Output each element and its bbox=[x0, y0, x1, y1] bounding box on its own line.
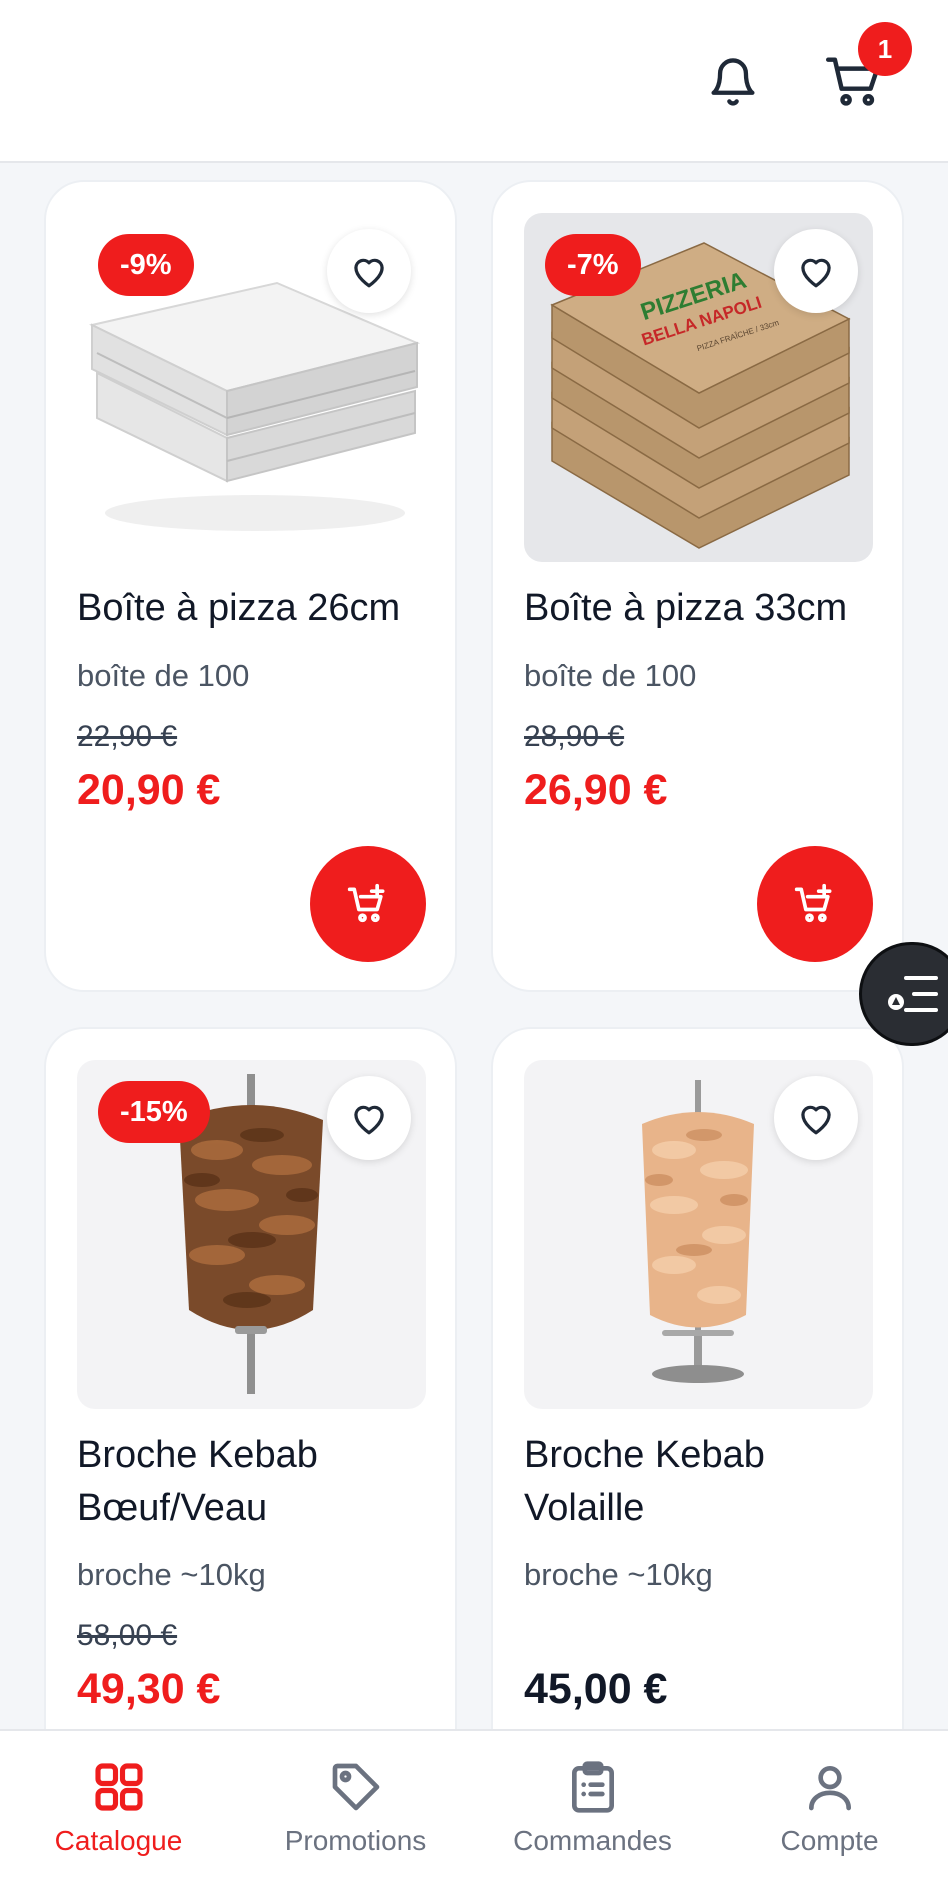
nav-label: Commandes bbox=[513, 1825, 672, 1856]
discount-badge: -7% bbox=[545, 234, 641, 296]
discount-badge: -15% bbox=[98, 1081, 210, 1143]
product-price: 45,00 € bbox=[524, 1665, 668, 1713]
grid-icon bbox=[94, 1763, 143, 1811]
nav-commandes[interactable]: Commandes bbox=[474, 1731, 711, 1885]
favorite-button[interactable] bbox=[774, 229, 858, 313]
add-to-cart-button[interactable] bbox=[757, 846, 873, 962]
bell-icon bbox=[711, 58, 755, 106]
product-card[interactable]: -9% Boîte à pizza 26cm boîte de 100 22,9… bbox=[44, 180, 457, 992]
cart-plus-icon bbox=[794, 883, 832, 923]
nav-label: Promotions bbox=[284, 1825, 427, 1856]
product-card[interactable]: PIZZERIA BELLA NAPOLI PIZZA FRAÎCHE / 33… bbox=[491, 180, 904, 992]
nav-label: Catalogue bbox=[54, 1825, 183, 1856]
cart-plus-icon bbox=[347, 883, 385, 923]
product-name: Boîte à pizza 33cm bbox=[524, 587, 848, 629]
product-unit: broche ~10kg bbox=[77, 1557, 266, 1592]
product-name: Boîte à pizza 26cm bbox=[77, 587, 401, 629]
tag-icon bbox=[332, 1763, 379, 1811]
product-old-price: 22,90 € bbox=[77, 720, 178, 753]
product-unit: boîte de 100 bbox=[524, 658, 697, 693]
heart-icon bbox=[801, 1105, 831, 1135]
product-old-price: 28,90 € bbox=[524, 720, 625, 753]
clipboard-icon bbox=[571, 1761, 614, 1813]
heart-icon bbox=[801, 258, 831, 288]
product-unit: broche ~10kg bbox=[524, 1557, 713, 1592]
top-app-bar: 1 bbox=[0, 0, 948, 163]
heart-icon bbox=[354, 1105, 384, 1135]
product-old-price: 58,00 € bbox=[77, 1619, 178, 1652]
logo-area bbox=[0, 26, 330, 126]
favorite-button[interactable] bbox=[327, 229, 411, 313]
add-to-cart-button[interactable] bbox=[310, 846, 426, 962]
favorite-button[interactable] bbox=[774, 1076, 858, 1160]
favorite-button[interactable] bbox=[327, 1076, 411, 1160]
nav-label: Compte bbox=[780, 1825, 879, 1856]
product-price: 26,90 € bbox=[524, 766, 668, 814]
product-name: Broche Kebab Volaille bbox=[524, 1434, 765, 1529]
bottom-navigation: Catalogue Promotions Commandes Compte bbox=[0, 1729, 948, 1885]
list-filter-icon bbox=[888, 976, 938, 1012]
product-price: 49,30 € bbox=[77, 1665, 221, 1713]
product-price: 20,90 € bbox=[77, 766, 221, 814]
product-name: Broche Kebab Bœuf/Veau bbox=[77, 1434, 318, 1529]
product-unit: boîte de 100 bbox=[77, 658, 250, 693]
nav-catalogue[interactable]: Catalogue bbox=[0, 1731, 237, 1885]
user-icon bbox=[808, 1766, 851, 1811]
heart-icon bbox=[354, 258, 384, 288]
nav-promotions[interactable]: Promotions bbox=[237, 1731, 474, 1885]
discount-badge: -9% bbox=[98, 234, 194, 296]
notifications-button[interactable] bbox=[698, 47, 768, 117]
cart-count-badge: 1 bbox=[858, 22, 912, 76]
nav-compte[interactable]: Compte bbox=[711, 1731, 948, 1885]
